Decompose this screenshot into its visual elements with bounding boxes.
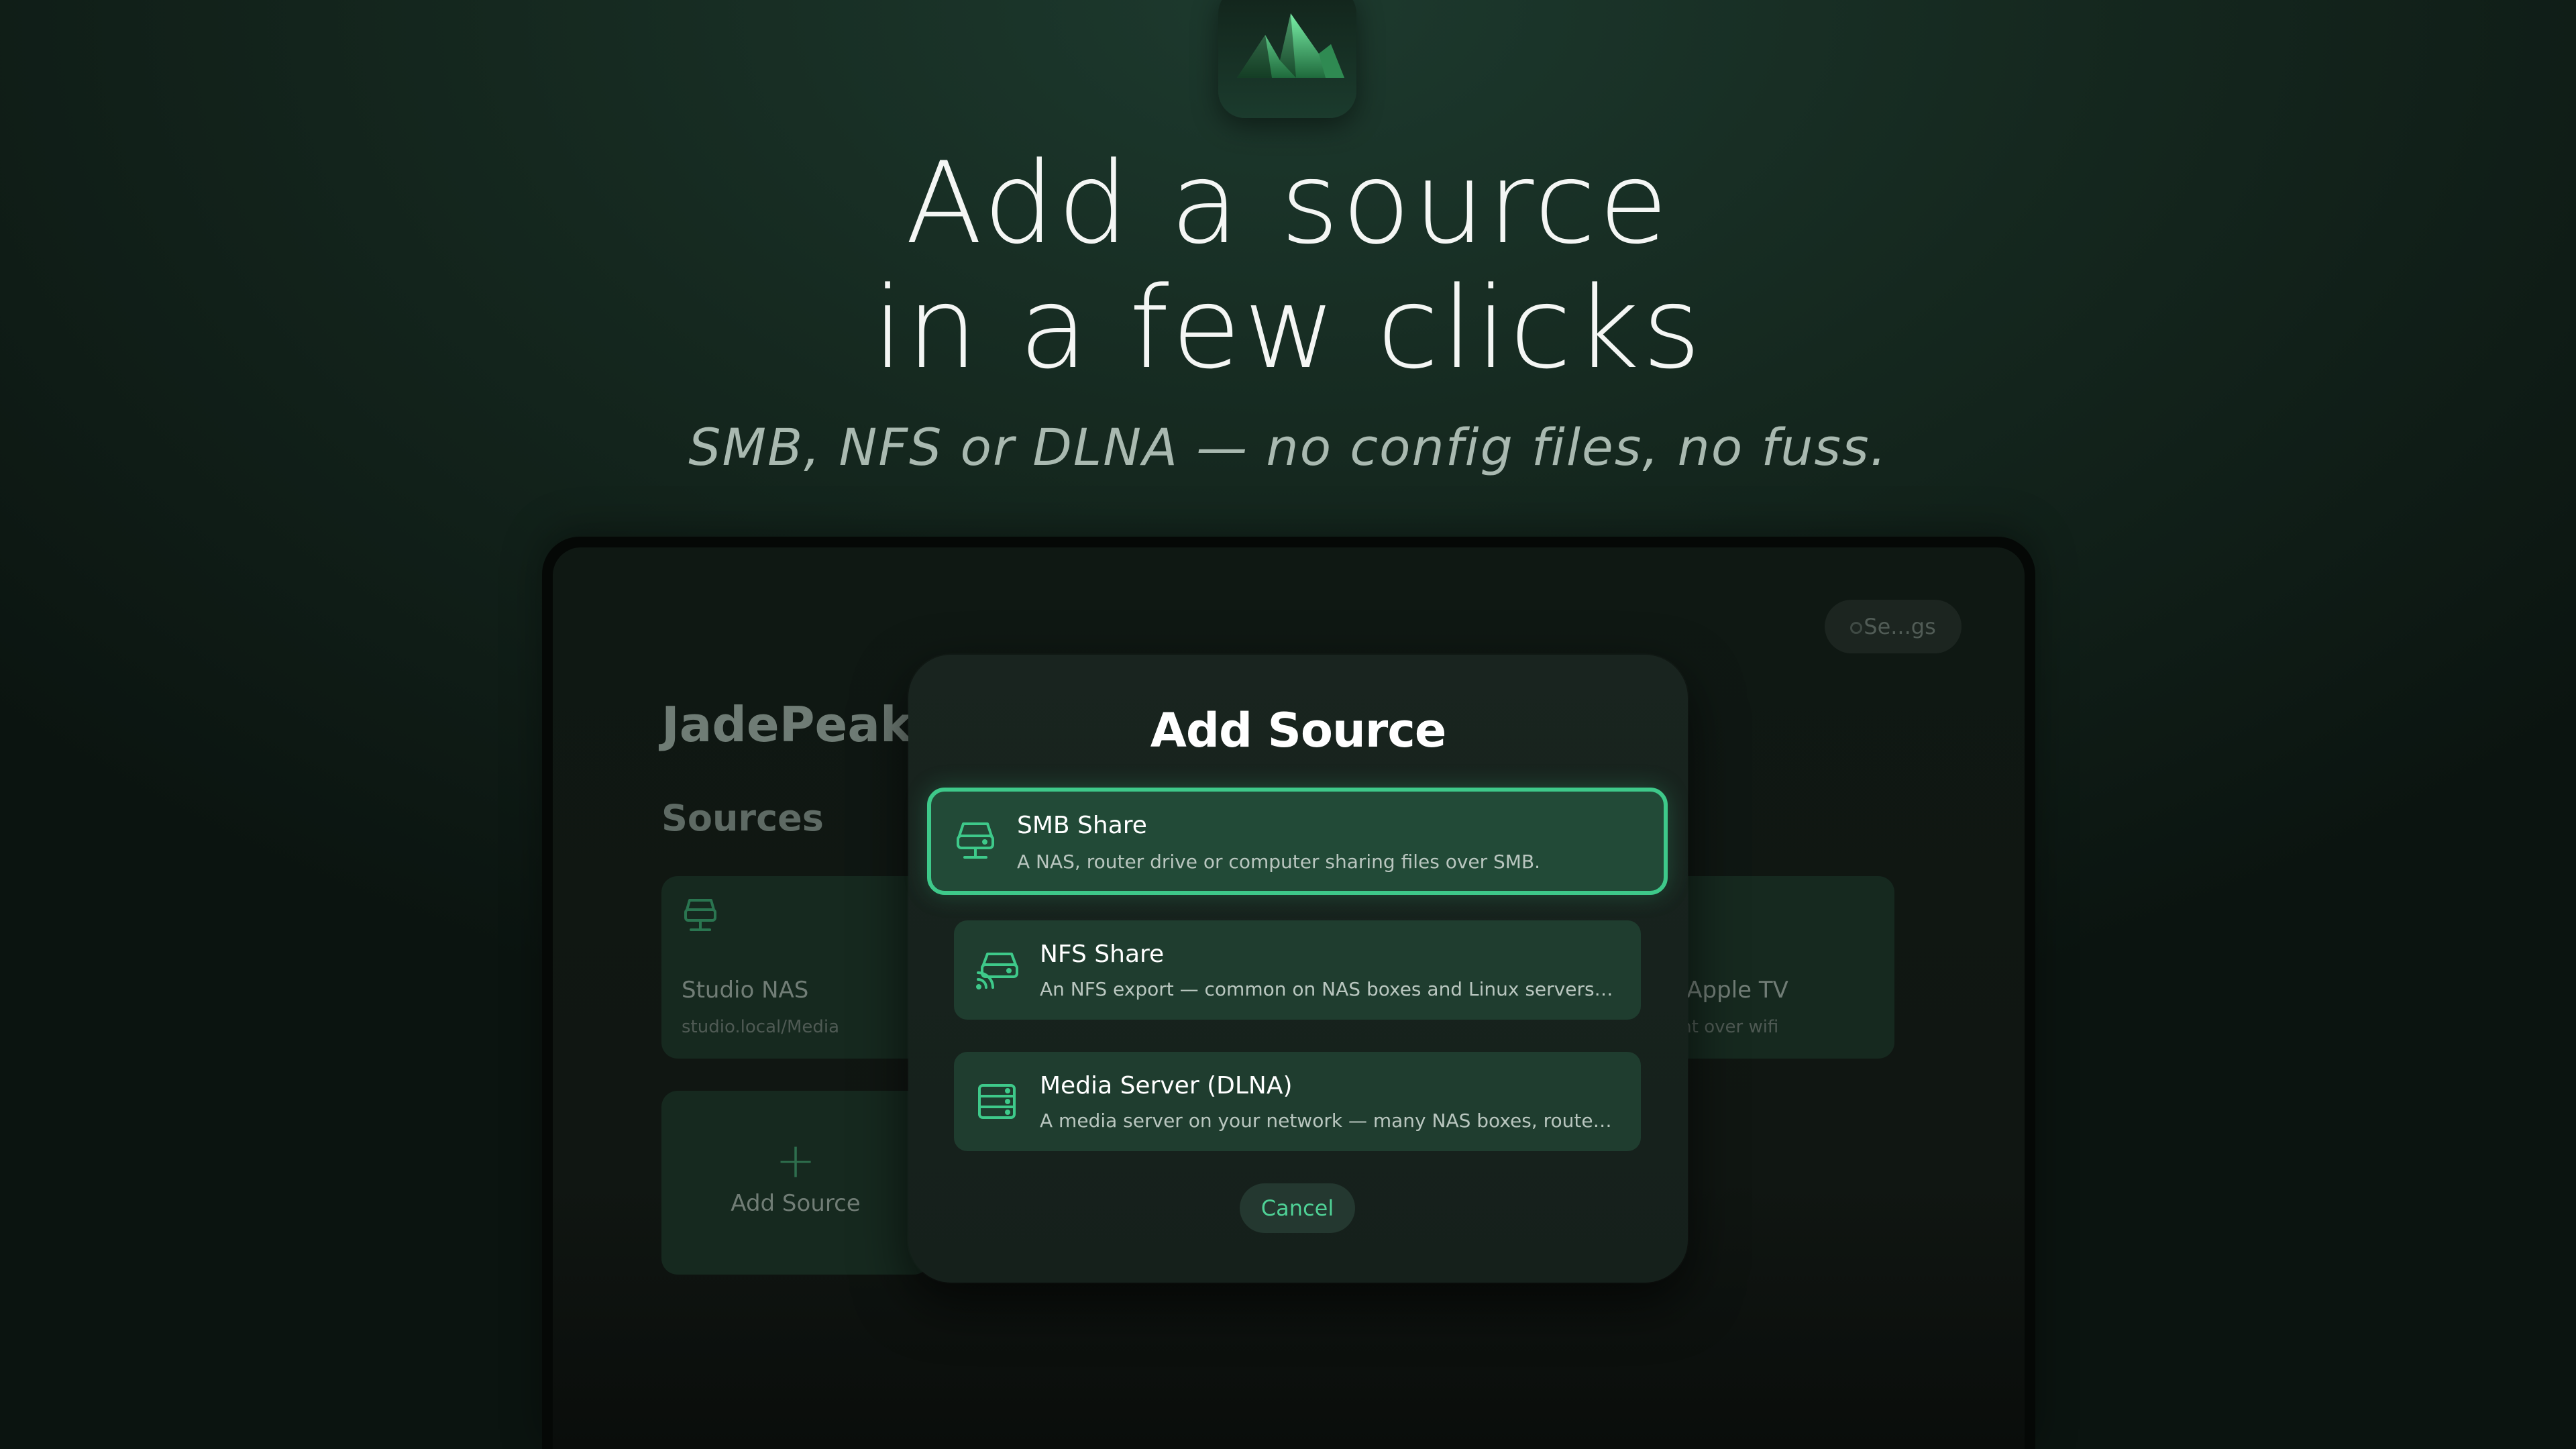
app-name: JadePeak [661,696,912,753]
option-title: Media Server (DLNA) [1040,1072,1293,1099]
app-logo-icon [1218,0,1356,118]
hero-title-line2: in a few clicks [872,262,1704,394]
add-source-dialog: Add Source SMB Share A NAS, router drive… [908,655,1688,1283]
hero-title: Add a source in a few clicks [0,141,2576,390]
sources-heading: Sources [661,797,824,839]
nfs-drive-icon [975,949,1021,994]
settings-dot-icon [1850,622,1863,634]
add-source-label: Add Source [731,1190,861,1217]
option-media-server-dlna[interactable]: Media Server (DLNA) A media server on yo… [954,1052,1641,1151]
server-icon [682,896,719,939]
add-source-card[interactable]: + Add Source [661,1091,930,1275]
hero-title-line1: Add a source [905,138,1671,269]
option-description: A media server on your network — many NA… [1040,1110,1617,1132]
device-frame: Se...gs JadePeak Sources Studio NAS stud… [542,537,2035,1449]
option-description: A NAS, router drive or computer sharing … [1017,851,1541,873]
dialog-title: Add Source [1150,703,1447,758]
app-screen: Se...gs JadePeak Sources Studio NAS stud… [553,547,2025,1449]
option-nfs-share[interactable]: NFS Share An NFS export — common on NAS … [954,920,1641,1020]
source-card-studio-nas[interactable]: Studio NAS studio.local/Media [661,876,930,1059]
hero-subtitle: SMB, NFS or DLNA — no config files, no f… [688,417,1888,477]
option-title: NFS Share [1040,941,1165,968]
option-description: An NFS export — common on NAS boxes and … [1040,978,1617,1000]
settings-button[interactable]: Se...gs [1825,600,1962,653]
smb-drive-icon [954,818,997,864]
option-smb-share[interactable]: SMB Share A NAS, router drive or compute… [927,788,1668,895]
card-name: Studio NAS [682,977,809,1004]
cancel-button[interactable]: Cancel [1240,1183,1355,1233]
card-detail: studio.local/Media [682,1017,840,1037]
option-title: SMB Share [1017,812,1147,839]
settings-label: Se...gs [1864,614,1936,639]
plus-icon: + [775,1132,816,1189]
media-server-icon [975,1080,1018,1126]
